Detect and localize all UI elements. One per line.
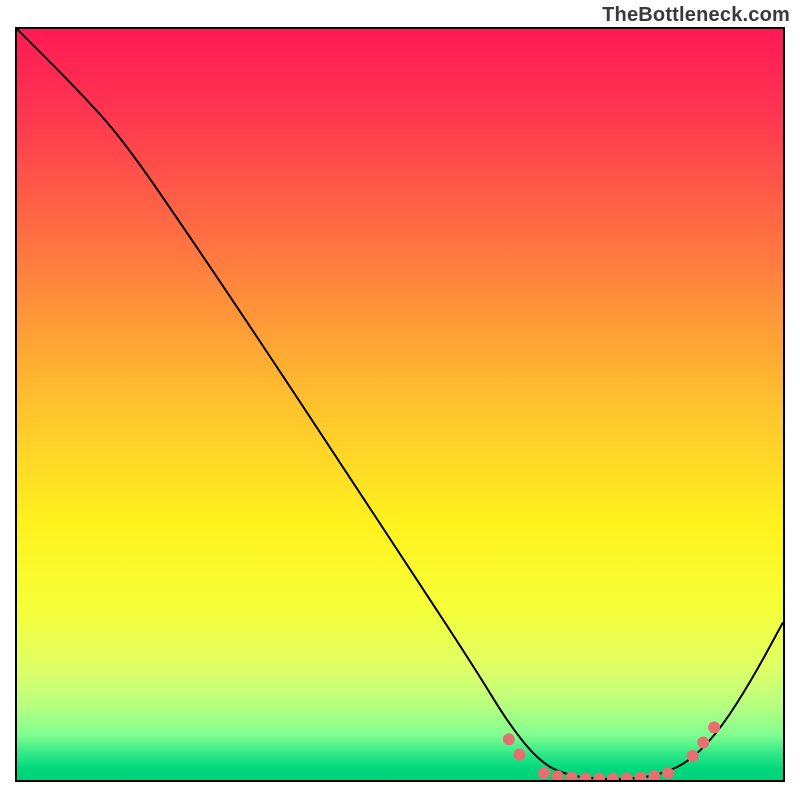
data-dot <box>687 750 699 762</box>
data-dot <box>538 767 550 779</box>
data-dot <box>697 737 709 749</box>
chart-frame: TheBottleneck.com <box>0 0 800 800</box>
data-dot <box>662 767 674 779</box>
data-dot <box>708 721 720 733</box>
background-rect <box>17 29 783 780</box>
watermark-text: TheBottleneck.com <box>602 4 790 27</box>
data-dot <box>503 733 515 745</box>
data-dot <box>514 749 526 761</box>
chart-svg <box>17 29 783 780</box>
plot-area <box>15 27 785 782</box>
